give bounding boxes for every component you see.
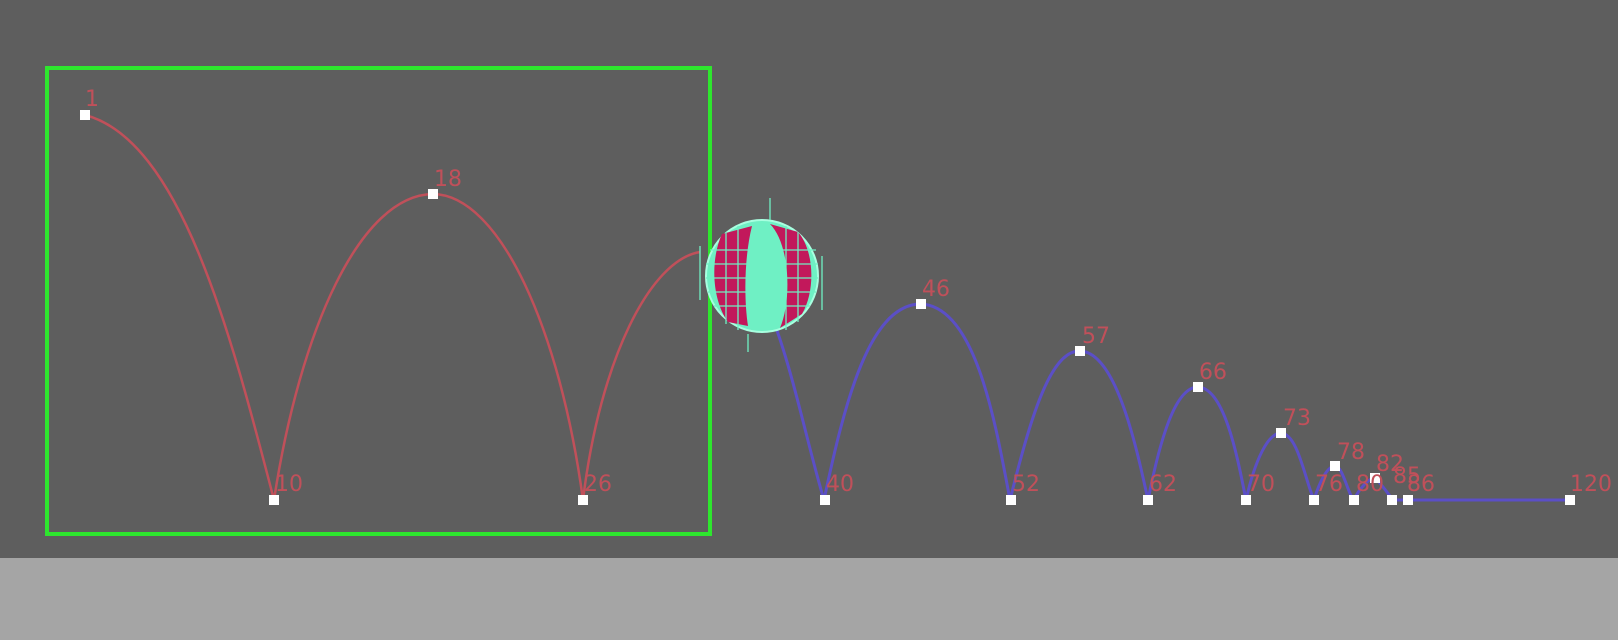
wireframe-ball-icon[interactable] bbox=[699, 198, 823, 352]
frame-label-86: 86 bbox=[1407, 472, 1435, 497]
frame-label-40: 40 bbox=[826, 472, 854, 497]
frame-label-46: 46 bbox=[922, 277, 950, 302]
frame-label-66: 66 bbox=[1199, 360, 1227, 385]
frame-label-76: 76 bbox=[1315, 472, 1343, 497]
frame-label-78: 78 bbox=[1337, 440, 1365, 465]
animation-viewport[interactable]: 1 18 10 26 40 46 52 57 62 66 70 73 76 78… bbox=[0, 0, 1618, 558]
viewport-canvas[interactable]: 1 18 10 26 40 46 52 57 62 66 70 73 76 78… bbox=[0, 0, 1618, 558]
frame-label-62: 62 bbox=[1149, 472, 1177, 497]
frame-label-10: 10 bbox=[275, 472, 303, 497]
frame-label-52: 52 bbox=[1012, 472, 1040, 497]
frame-label-73: 73 bbox=[1283, 406, 1311, 431]
motion-path-past bbox=[84, 113, 701, 501]
frame-label-120: 120 bbox=[1570, 472, 1612, 497]
frame-label-57: 57 bbox=[1082, 324, 1110, 349]
selection-box bbox=[45, 66, 712, 536]
frame-label-18: 18 bbox=[434, 167, 462, 192]
ground-plane bbox=[0, 558, 1618, 640]
frame-label-26: 26 bbox=[584, 472, 612, 497]
motion-path-future bbox=[738, 260, 1570, 505]
keyframe-85[interactable] bbox=[1387, 495, 1397, 505]
frame-labels: 1 18 10 26 40 46 52 57 62 66 70 73 76 78… bbox=[85, 87, 1612, 497]
frame-label-1: 1 bbox=[85, 87, 99, 112]
frame-label-70: 70 bbox=[1247, 472, 1275, 497]
